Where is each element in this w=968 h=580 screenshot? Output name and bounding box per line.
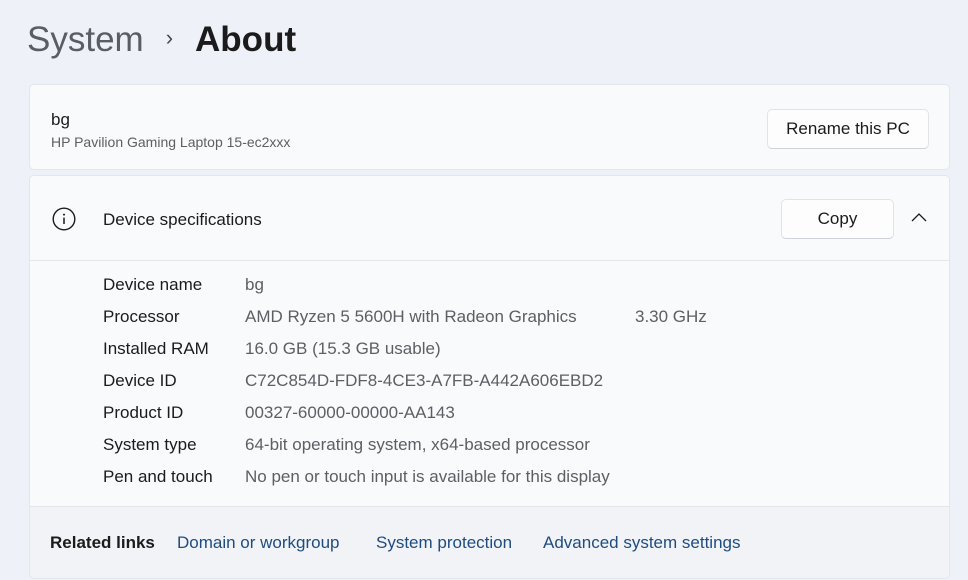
device-specifications-list: Device name bg Processor AMD Ryzen 5 560… xyxy=(30,262,949,506)
spec-value: 16.0 GB (15.3 GB usable) xyxy=(245,339,441,358)
pc-model: HP Pavilion Gaming Laptop 15-ec2xxx xyxy=(51,134,291,150)
spec-row-installed-ram: Installed RAM 16.0 GB (15.3 GB usable) xyxy=(103,339,441,363)
spec-value: No pen or touch input is available for t… xyxy=(245,467,610,486)
spec-value: C72C854D-FDF8-4CE3-A7FB-A442A606EBD2 xyxy=(245,371,604,390)
spec-value: bg xyxy=(245,275,264,294)
info-icon xyxy=(52,207,76,231)
about-page: System › About bg HP Pavilion Gaming Lap… xyxy=(0,0,968,580)
chevron-up-icon[interactable] xyxy=(910,210,928,224)
processor-speed: 3.30 GHz xyxy=(635,307,707,326)
spec-row-system-type: System type 64-bit operating system, x64… xyxy=(103,435,590,459)
spec-label: System type xyxy=(103,435,197,454)
link-system-protection[interactable]: System protection xyxy=(376,533,512,553)
device-specifications-header[interactable]: Device specifications Copy xyxy=(30,176,949,261)
related-links-bar: Related links Domain or workgroup System… xyxy=(30,506,949,578)
copy-button[interactable]: Copy xyxy=(781,199,894,239)
link-domain-or-workgroup[interactable]: Domain or workgroup xyxy=(177,533,340,553)
spec-row-device-name: Device name bg xyxy=(103,275,264,299)
chevron-right-icon: › xyxy=(165,25,174,50)
spec-value: 00327-60000-00000-AA143 xyxy=(245,403,455,422)
spec-row-pen-and-touch: Pen and touch No pen or touch input is a… xyxy=(103,467,610,491)
spec-label: Device name xyxy=(103,275,203,294)
breadcrumb-system[interactable]: System xyxy=(27,20,144,60)
link-advanced-system-settings[interactable]: Advanced system settings xyxy=(543,533,740,553)
page-title: About xyxy=(195,20,297,59)
pc-name-card: bg HP Pavilion Gaming Laptop 15-ec2xxx R… xyxy=(29,84,950,170)
rename-pc-button[interactable]: Rename this PC xyxy=(767,109,929,149)
spec-row-device-id: Device ID C72C854D-FDF8-4CE3-A7FB-A442A6… xyxy=(103,371,603,395)
spec-label: Installed RAM xyxy=(103,339,209,358)
device-specifications-card: Device specifications Copy Device name b… xyxy=(29,175,950,579)
spec-value: AMD Ryzen 5 5600H with Radeon Graphics xyxy=(245,307,577,326)
related-links-label: Related links xyxy=(50,533,155,552)
spec-label: Processor xyxy=(103,307,180,326)
spec-value: 64-bit operating system, x64-based proce… xyxy=(245,435,590,454)
pc-name: bg xyxy=(51,110,70,129)
spec-row-processor: Processor AMD Ryzen 5 5600H with Radeon … xyxy=(103,307,803,331)
spec-row-product-id: Product ID 00327-60000-00000-AA143 xyxy=(103,403,455,427)
spec-label: Pen and touch xyxy=(103,467,213,486)
spec-label: Product ID xyxy=(103,403,184,422)
breadcrumb: System › About xyxy=(27,17,296,63)
device-specifications-title: Device specifications xyxy=(103,210,262,229)
spec-label: Device ID xyxy=(103,371,177,390)
